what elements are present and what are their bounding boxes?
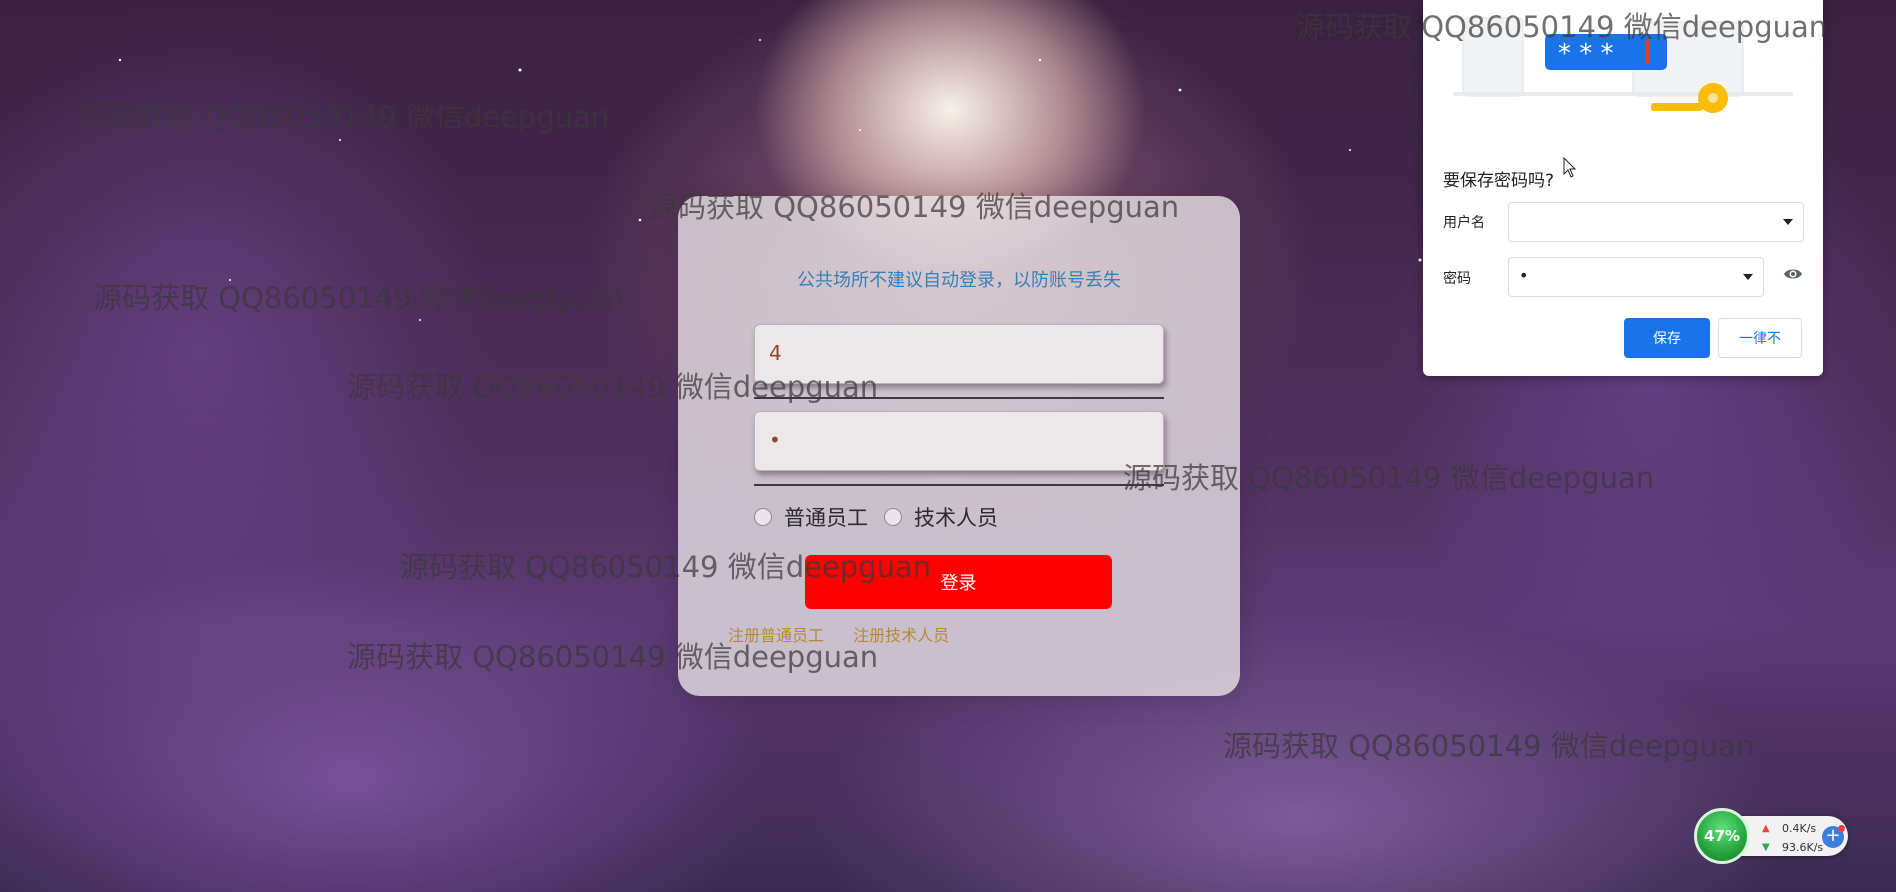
register-technician-link[interactable]: 注册技术人员: [853, 626, 949, 645]
role-radio-technician[interactable]: 技术人员: [884, 502, 998, 532]
never-button[interactable]: 一律不: [1718, 318, 1802, 358]
watermark: 源码获取 QQ86050149 微信deepguan: [78, 100, 610, 134]
role-radio-employee[interactable]: 普通员工: [754, 502, 868, 532]
chevron-down-icon: [1783, 219, 1793, 225]
register-employee-link[interactable]: 注册普通员工: [728, 626, 824, 645]
memory-usage-ball[interactable]: 47%: [1694, 808, 1750, 864]
save-password-popup: * * * 要保存密码吗? 用户名 密码 • 保存 一律不: [1423, 0, 1823, 376]
role-label-technician: 技术人员: [914, 506, 998, 530]
username-label: 用户名: [1443, 215, 1485, 231]
download-speed: 93.6K/s: [1782, 841, 1824, 854]
chevron-down-icon: [1743, 274, 1753, 280]
save-password-title: 要保存密码吗?: [1443, 171, 1555, 191]
username-field[interactable]: [754, 324, 1164, 384]
security-notice: 公共场所不建议自动登录，以防账号丢失: [797, 270, 1121, 291]
save-button[interactable]: 保存: [1624, 318, 1710, 358]
password-stars: * * *: [1558, 39, 1614, 69]
password-label: 密码: [1443, 271, 1471, 287]
radio-circle[interactable]: [754, 508, 772, 526]
password-field[interactable]: [754, 411, 1164, 471]
download-arrow-icon: ▼: [1762, 842, 1770, 853]
watermark: 源码获取 QQ86050149 微信deepguan: [1223, 729, 1755, 763]
mouse-cursor-icon: [1563, 157, 1577, 178]
password-underline: [754, 484, 1164, 486]
username-underline: [754, 397, 1164, 399]
login-card: 公共场所不建议自动登录，以防账号丢失 普通员工 技术人员 登录 注册普通员工 注…: [678, 196, 1240, 696]
watermark: 源码获取 QQ86050149 微信deepguan: [93, 281, 625, 315]
password-illustration: * * *: [1453, 17, 1793, 113]
radio-circle[interactable]: [884, 508, 902, 526]
password-dropdown[interactable]: •: [1508, 257, 1764, 297]
upload-arrow-icon: ▲: [1762, 823, 1770, 834]
username-dropdown[interactable]: [1508, 202, 1804, 242]
register-links: 注册普通员工 注册技术人员: [728, 622, 973, 646]
upload-speed: 0.4K/s: [1782, 822, 1817, 835]
role-radio-group: 普通员工 技术人员: [754, 502, 1014, 532]
username-input[interactable]: [755, 325, 1163, 381]
login-button[interactable]: 登录: [805, 555, 1112, 609]
password-dropdown-value: •: [1519, 266, 1529, 285]
eye-icon[interactable]: [1783, 267, 1803, 281]
role-label-employee: 普通员工: [784, 506, 868, 530]
password-input[interactable]: [755, 412, 1163, 468]
notification-dot: [1838, 825, 1845, 832]
